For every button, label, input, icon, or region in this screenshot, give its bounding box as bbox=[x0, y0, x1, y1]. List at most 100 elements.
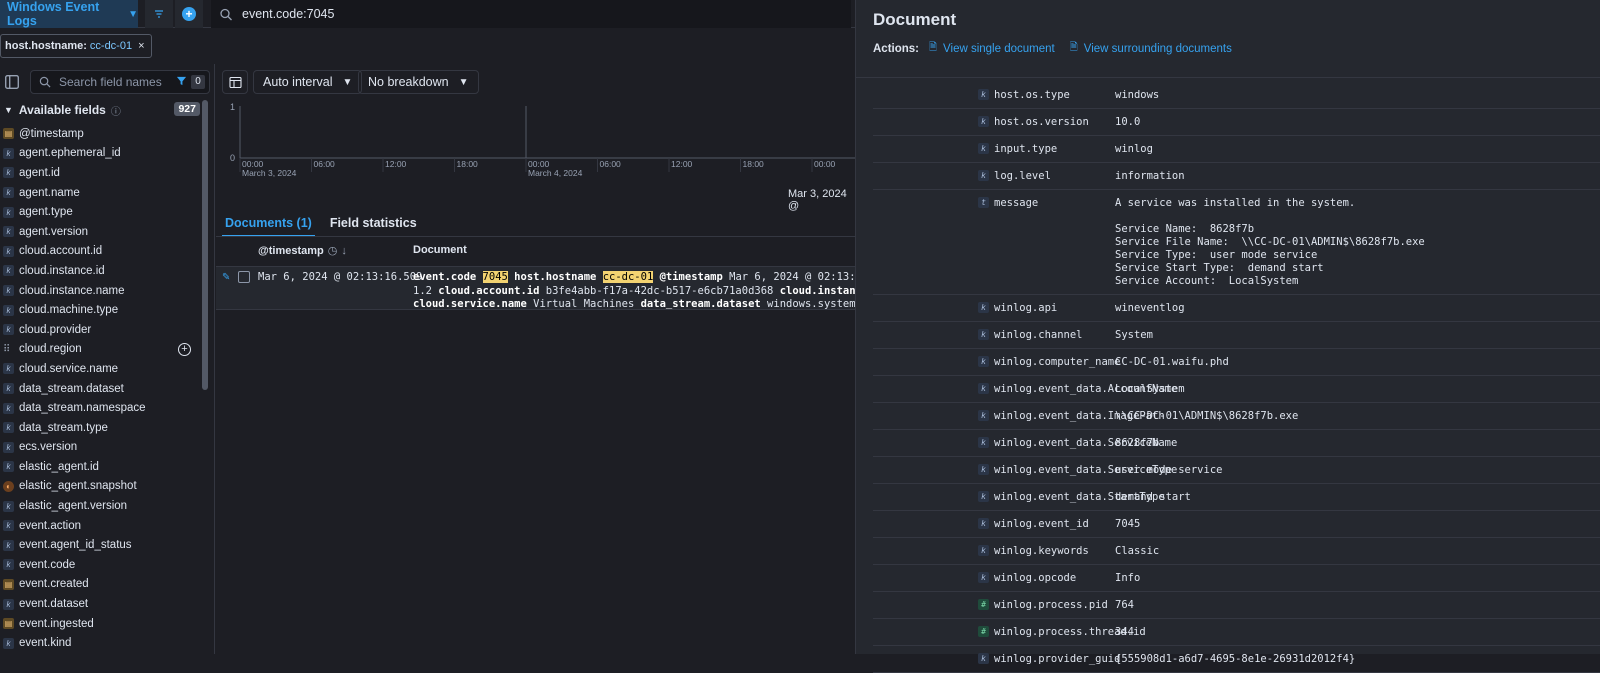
sidebar-scrollbar[interactable] bbox=[202, 100, 208, 390]
query-input[interactable]: event.code:7045 bbox=[211, 0, 851, 28]
histogram-chart: 1000:00March 3, 202406:00 12:00 18:00 00:00… bbox=[230, 102, 856, 178]
filter-menu-button[interactable] bbox=[145, 0, 173, 28]
add-field-icon[interactable]: + bbox=[178, 342, 191, 356]
x-tick-date-label: March 3, 2024 bbox=[242, 168, 297, 178]
summary-value: windows.system bbox=[767, 298, 856, 310]
filter-pill-value: cc-dc-01 bbox=[89, 40, 133, 52]
document-field-row[interactable]: t message A service was installed in the s… bbox=[873, 190, 1600, 295]
drag-handle-icon[interactable]: ⠿ bbox=[3, 344, 14, 355]
field-list-item[interactable]: k data_stream.dataset bbox=[0, 379, 205, 399]
field-name: elastic_agent.snapshot bbox=[19, 480, 137, 493]
sort-down-icon[interactable]: ↓ bbox=[341, 245, 347, 257]
field-list-item[interactable]: k event.action bbox=[0, 516, 205, 536]
document-field-row[interactable]: # winlog.process.pid 764 bbox=[873, 592, 1600, 619]
field-list-item[interactable]: k agent.name bbox=[0, 183, 205, 203]
row-checkbox[interactable] bbox=[238, 271, 250, 283]
field-list-item[interactable]: k cloud.instance.id bbox=[0, 261, 205, 281]
close-icon[interactable]: × bbox=[138, 40, 144, 52]
document-field-row[interactable]: k winlog.opcode Info bbox=[873, 565, 1600, 592]
field-list-item[interactable]: k cloud.machine.type bbox=[0, 300, 205, 320]
field-list-item[interactable]: k event.agent_id_status bbox=[0, 535, 205, 555]
available-fields-header[interactable]: ▼ Available fields ⓘ 927 bbox=[0, 100, 210, 120]
tab-documents[interactable]: Documents (1) bbox=[222, 213, 315, 237]
data-view-selector[interactable]: Windows Event Logs ▼ bbox=[0, 0, 138, 28]
field-search-input[interactable]: Search field names 0 bbox=[30, 70, 210, 94]
field-list-item[interactable]: k agent.type bbox=[0, 202, 205, 222]
field-list-item[interactable]: k cloud.provider bbox=[0, 320, 205, 340]
document-field-row[interactable]: k winlog.keywords Classic bbox=[873, 538, 1600, 565]
table-row[interactable]: ✎ Mar 6, 2024 @ 02:13:16.509 event.code … bbox=[216, 266, 856, 310]
keyword-type-icon: k bbox=[978, 356, 989, 367]
field-list-item[interactable]: k agent.version bbox=[0, 222, 205, 242]
field-list-item[interactable]: ▤ event.ingested bbox=[0, 614, 205, 634]
field-list-item[interactable]: k data_stream.type bbox=[0, 418, 205, 438]
field-list-item[interactable]: k cloud.account.id bbox=[0, 242, 205, 262]
document-field-row[interactable]: k winlog.provider_guid {555908d1-a6d7-4695… bbox=[873, 646, 1600, 673]
x-tick-label: 18:00 bbox=[457, 159, 479, 169]
document-field-name-cell: k winlog.api bbox=[873, 295, 1115, 321]
document-field-row[interactable]: k winlog.event_id 7045 bbox=[873, 511, 1600, 538]
filter-pill-field: host.hostname: bbox=[5, 40, 87, 52]
field-list-item[interactable]: k event.code bbox=[0, 555, 205, 575]
field-list-item[interactable]: k cloud.service.name bbox=[0, 359, 205, 379]
field-list-item[interactable]: k elastic_agent.id bbox=[0, 457, 205, 477]
field-list-item[interactable]: k agent.id bbox=[0, 163, 205, 183]
field-list-item[interactable]: k elastic_agent.version bbox=[0, 496, 205, 516]
table-layout-button[interactable] bbox=[222, 70, 248, 94]
expand-document-icon[interactable]: ✎ bbox=[222, 272, 230, 283]
keyword-type-icon: k bbox=[978, 653, 989, 664]
view-surrounding-documents-link[interactable]: 🗎 View surrounding documents bbox=[1070, 40, 1232, 57]
field-list-item[interactable]: k event.kind bbox=[0, 633, 205, 653]
document-field-row[interactable]: k winlog.event_data.ServiceType user mode … bbox=[873, 457, 1600, 484]
tab-field-statistics[interactable]: Field statistics bbox=[327, 213, 420, 237]
document-field-row[interactable]: k winlog.channel System bbox=[873, 322, 1600, 349]
field-list-item[interactable]: k data_stream.namespace bbox=[0, 398, 205, 418]
document-field-value: information bbox=[1115, 170, 1185, 182]
document-field-row[interactable]: k winlog.event_data.StartType demand start bbox=[873, 484, 1600, 511]
summary-line-3: cloud.service.name Virtual Machines data… bbox=[413, 298, 856, 310]
document-field-row[interactable]: k winlog.computer_name CC-DC-01.waifu.phd bbox=[873, 349, 1600, 376]
document-field-row[interactable]: k winlog.event_data.AccountName LocalSyste… bbox=[873, 376, 1600, 403]
field-list-item[interactable]: ▤ @timestamp bbox=[0, 124, 205, 144]
field-name: cloud.instance.name bbox=[19, 284, 125, 297]
field-name: agent.version bbox=[19, 225, 89, 238]
field-list-item[interactable]: k agent.ephemeral_id bbox=[0, 144, 205, 164]
field-list-item[interactable]: ⠿ cloud.region + bbox=[0, 340, 205, 360]
field-list-item[interactable]: k cloud.instance.name bbox=[0, 281, 205, 301]
field-list-item[interactable]: ▤ event.created bbox=[0, 575, 205, 595]
field-list-item[interactable]: k ecs.version bbox=[0, 438, 205, 458]
keyword-type-icon: k bbox=[3, 598, 14, 610]
field-list-item[interactable]: k event.dataset bbox=[0, 594, 205, 614]
document-field-value: 8628f7b bbox=[1115, 437, 1160, 449]
document-field-row[interactable]: k host.os.version 10.0 bbox=[873, 109, 1600, 136]
keyword-type-icon: k bbox=[978, 302, 989, 313]
interval-dropdown[interactable]: Auto interval ▼ bbox=[253, 70, 363, 94]
document-field-row[interactable]: k host.os.type windows bbox=[873, 82, 1600, 109]
field-list-item[interactable]: ◐ elastic_agent.snapshot bbox=[0, 477, 205, 497]
document-field-row[interactable]: k winlog.event_data.ImagePath \\CC-DC-01\A… bbox=[873, 403, 1600, 430]
document-field-row[interactable]: k winlog.api wineventlog bbox=[873, 295, 1600, 322]
boolean-type-icon: ◐ bbox=[3, 480, 14, 492]
field-name: event.action bbox=[19, 519, 82, 532]
document-field-row[interactable]: k winlog.event_data.ServiceName 8628f7b bbox=[873, 430, 1600, 457]
view-single-document-link[interactable]: 🗎 View single document bbox=[929, 40, 1055, 57]
document-field-row[interactable]: k input.type winlog bbox=[873, 136, 1600, 163]
breakdown-dropdown[interactable]: No breakdown ▼ bbox=[358, 70, 479, 94]
document-field-row[interactable]: k log.level information bbox=[873, 163, 1600, 190]
column-header-timestamp[interactable]: @timestamp ◷ ↓ bbox=[258, 244, 347, 258]
filter-icon[interactable] bbox=[176, 75, 187, 86]
x-tick-label: 00:00 bbox=[814, 159, 836, 169]
keyword-type-icon: k bbox=[3, 520, 14, 532]
grid-header: @timestamp ◷ ↓ Document bbox=[216, 238, 856, 266]
add-filter-button[interactable]: + bbox=[175, 0, 203, 28]
field-sidebar: Search field names 0 ▼ Available fields … bbox=[0, 64, 215, 654]
sidebar-toggle-icon[interactable] bbox=[4, 74, 20, 90]
field-name: event.agent_id_status bbox=[19, 539, 132, 552]
row-document-summary: event.code 7045 host.hostname cc-dc-01 @… bbox=[413, 271, 856, 310]
document-field-value: windows bbox=[1115, 89, 1160, 101]
document-field-row[interactable]: # winlog.process.thread.id 344 bbox=[873, 619, 1600, 646]
column-header-document[interactable]: Document bbox=[413, 244, 467, 256]
filter-pill[interactable]: host.hostname: cc-dc-01 × bbox=[0, 34, 152, 58]
document-field-value: 10.0 bbox=[1115, 116, 1141, 128]
keyword-type-icon: k bbox=[978, 464, 989, 475]
